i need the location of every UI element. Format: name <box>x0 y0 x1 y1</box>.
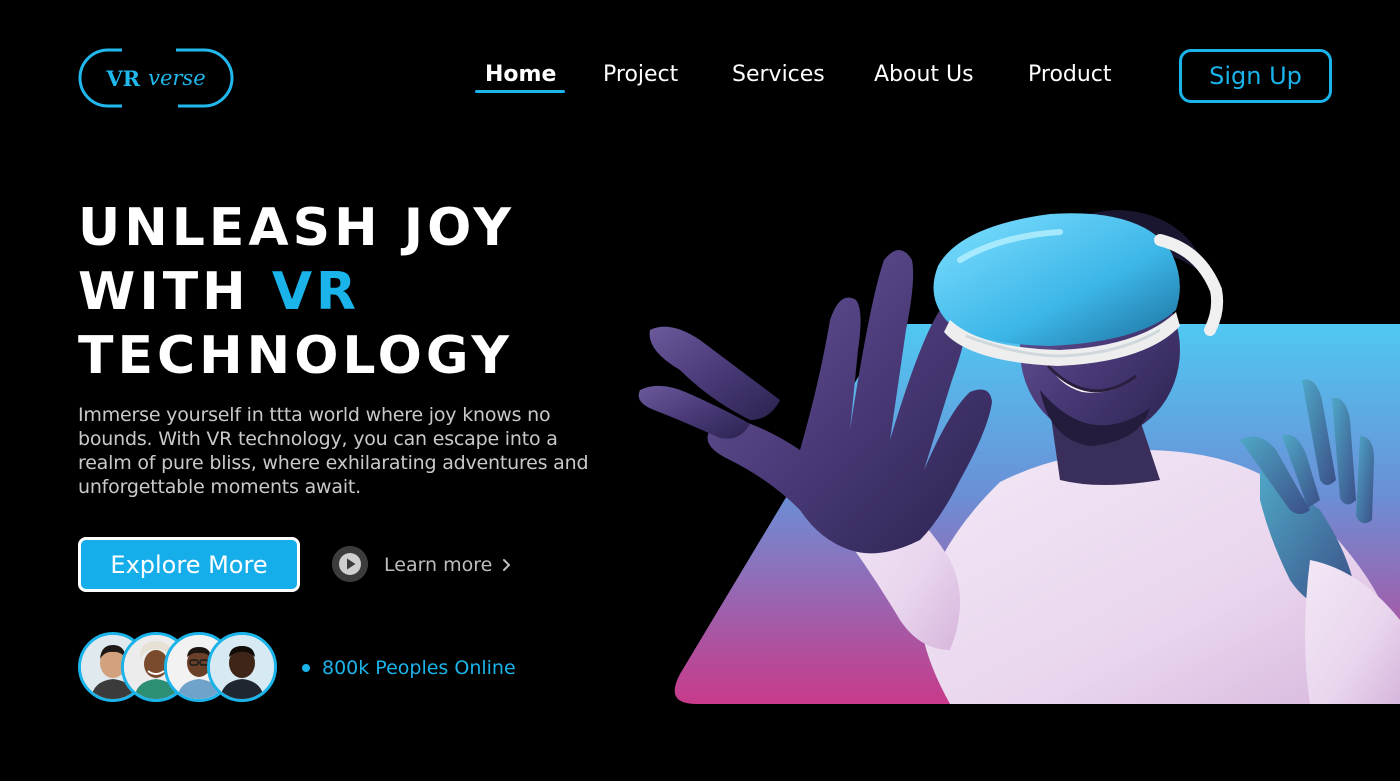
nav-item-about-us[interactable]: About Us <box>874 60 974 92</box>
nav-item-product[interactable]: Product <box>1028 60 1112 92</box>
nav-active-indicator <box>475 90 565 93</box>
learn-more-label: Learn more <box>384 554 493 576</box>
sign-up-button[interactable]: Sign Up <box>1179 49 1332 103</box>
nav-item-project[interactable]: Project <box>603 60 678 92</box>
hero-title-line1: UNLEASH JOY <box>78 198 516 258</box>
hero-title-line3: TECHNOLOGY <box>78 326 514 386</box>
explore-more-button[interactable]: Explore More <box>78 537 300 592</box>
nav-item-home[interactable]: Home <box>485 60 556 92</box>
hero-image <box>620 180 1400 710</box>
vr-person-illustration <box>638 210 1400 704</box>
hero-title-accent: VR <box>271 262 361 322</box>
nav-item-services[interactable]: Services <box>732 60 825 92</box>
online-status: 800k Peoples Online <box>302 656 516 680</box>
play-button[interactable] <box>332 546 368 582</box>
online-users-avatars <box>78 632 278 704</box>
online-dot-icon <box>302 664 310 672</box>
learn-more-link[interactable]: Learn more <box>384 551 512 579</box>
hero-description: Immerse yourself in ttta world where joy… <box>78 404 589 498</box>
online-count-text: 800k Peoples Online <box>322 657 516 679</box>
hero-title: UNLEASH JOY WITH VR TECHNOLOGY <box>78 196 638 388</box>
play-icon <box>332 546 368 582</box>
user-avatar-icon <box>210 635 274 699</box>
hero-title-line2-prefix: WITH <box>78 262 272 322</box>
chevron-right-icon <box>503 559 511 571</box>
avatar <box>207 632 277 702</box>
